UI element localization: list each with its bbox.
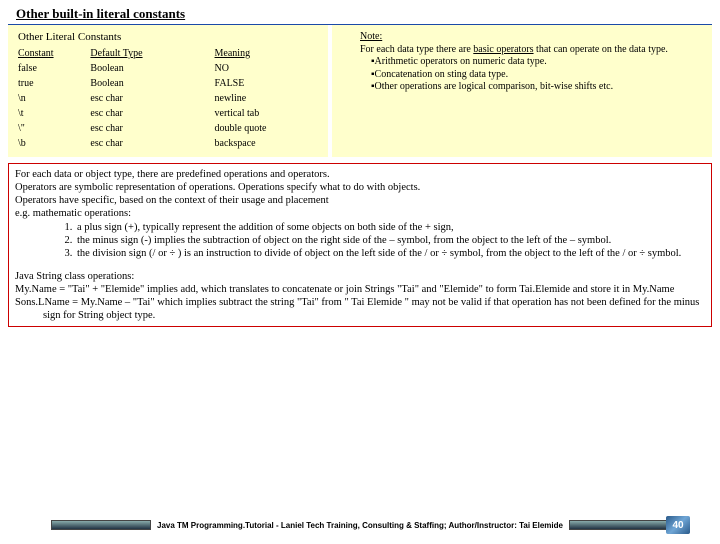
top-row: Other Literal Constants Constant Default… <box>8 25 712 157</box>
desc-line: Operators are symbolic representation of… <box>15 181 705 194</box>
desc-line: Operators have specific, based on the co… <box>15 194 705 207</box>
section-header: Other built-in literal constants <box>8 4 712 25</box>
literal-table: Constant Default Type Meaning falseBoole… <box>18 46 318 151</box>
col-header-meaning: Meaning <box>215 46 318 61</box>
note-title: Note: <box>340 31 382 44</box>
col-header-type: Default Type <box>90 46 214 61</box>
col-header-constant: Constant <box>18 46 90 61</box>
footer-text: Java TM Programming.Tutorial - Laniel Te… <box>151 521 569 530</box>
footer-ornament-right <box>569 520 669 530</box>
java-ops-title: Java String class operations: <box>15 270 705 283</box>
desc-list-item: a plus sign (+), typically represent the… <box>75 221 705 234</box>
desc-list-item: the minus sign (-) implies the subtracti… <box>75 234 705 247</box>
note-bullet: ▪Concatenation on sting data type. <box>340 69 704 82</box>
literal-constants-box: Other Literal Constants Constant Default… <box>8 25 328 157</box>
footer: Java TM Programming.Tutorial - Laniel Te… <box>0 520 720 530</box>
desc-line: e.g. mathematic operations: <box>15 207 705 220</box>
table-row: trueBooleanFALSE <box>18 76 318 91</box>
table-row: \besc charbackspace <box>18 136 318 151</box>
footer-ornament-left <box>51 520 151 530</box>
java-ops-line: Sons.LName = My.Name – "Tai" which impli… <box>15 296 705 322</box>
table-row: \nesc charnewline <box>18 91 318 106</box>
note-box: Note: For each data type there are basic… <box>332 25 712 157</box>
note-bullet: ▪Other operations are logical comparison… <box>340 81 704 94</box>
description-box: For each data or object type, there are … <box>8 163 712 327</box>
table-row: falseBooleanNO <box>18 61 318 76</box>
desc-line: For each data or object type, there are … <box>15 168 705 181</box>
note-line1: For each data type there are basic opera… <box>340 44 704 57</box>
slide-number-badge: 40 <box>666 516 690 534</box>
table-row: \tesc charvertical tab <box>18 106 318 121</box>
table-row: \"esc chardouble quote <box>18 121 318 136</box>
java-ops-line: My.Name = "Tai" + "Elemide" implies add,… <box>15 283 705 296</box>
desc-list-item: the division sign (/ or ÷ ) is an instru… <box>75 247 705 260</box>
literal-title: Other Literal Constants <box>18 31 318 43</box>
note-bullet: ▪Arithmetic operators on numeric data ty… <box>340 56 704 69</box>
